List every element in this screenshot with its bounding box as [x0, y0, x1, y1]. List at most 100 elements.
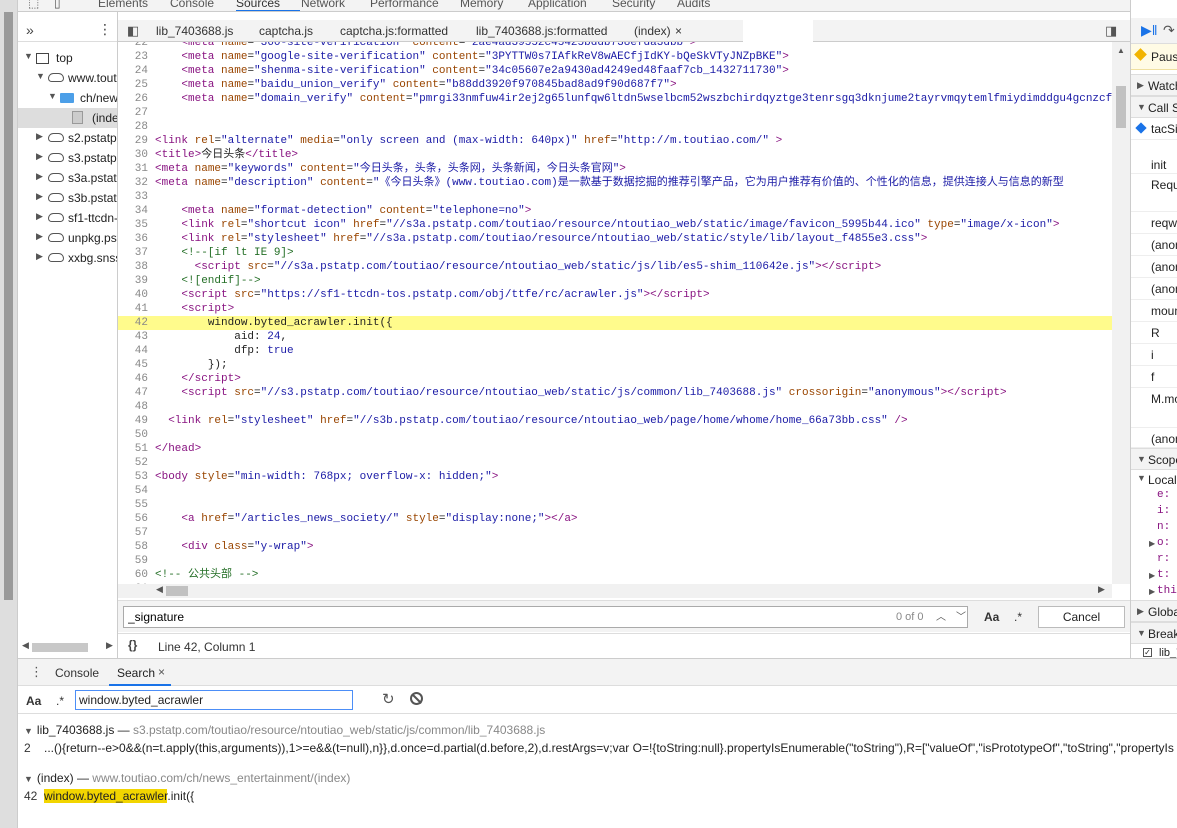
- match-case-toggle[interactable]: Aa: [26, 694, 41, 708]
- line-number[interactable]: 35: [118, 218, 148, 232]
- expand-arrow-icon[interactable]: ▶: [36, 251, 43, 262]
- line-number[interactable]: 51: [118, 442, 148, 456]
- code-line[interactable]: 28: [118, 120, 1112, 134]
- line-number[interactable]: 46: [118, 372, 148, 386]
- scope-variable[interactable]: o:: [1157, 537, 1170, 549]
- line-number[interactable]: 50: [118, 428, 148, 442]
- code-line[interactable]: 57: [118, 526, 1112, 540]
- expand-arrow-icon[interactable]: ▶: [1149, 571, 1155, 580]
- editor-tab-lib-formatted[interactable]: lib_7403688.js:formatted: [476, 24, 607, 38]
- call-frame[interactable]: f: [1131, 366, 1177, 388]
- scroll-right-icon[interactable]: ▶: [106, 640, 113, 651]
- device-toolbar-icon[interactable]: ▯: [54, 0, 61, 10]
- search-result-line[interactable]: 2 ...(){return--e>0&&(n=t.apply(this,arg…: [24, 741, 1174, 757]
- toggle-navigator-icon[interactable]: ◧: [127, 23, 139, 39]
- line-number[interactable]: 41: [118, 302, 148, 316]
- call-frame[interactable]: (anonymous): [1131, 234, 1177, 256]
- code-vscrollbar[interactable]: ▲: [1112, 42, 1130, 584]
- search-result-file[interactable]: ▼ (index) — www.toutiao.com/ch/news_enter…: [24, 771, 350, 785]
- line-number[interactable]: 49: [118, 414, 148, 428]
- navigator-item[interactable]: ▶ s3a.pstatp.com: [18, 168, 117, 188]
- line-number[interactable]: 40: [118, 288, 148, 302]
- breakpoints-section[interactable]: ▼ Breakpoints: [1131, 622, 1177, 644]
- line-number[interactable]: 36: [118, 232, 148, 246]
- code-line[interactable]: 48: [118, 400, 1112, 414]
- code-line[interactable]: 52: [118, 456, 1112, 470]
- line-number[interactable]: 42: [118, 316, 148, 330]
- breakpoint-item[interactable]: ✓ lib_7403688.js: [1131, 644, 1177, 658]
- toggle-debugger-icon[interactable]: ◨: [1105, 23, 1117, 39]
- code-hscrollbar[interactable]: ◀ ▶: [118, 584, 1112, 598]
- expand-arrow-icon[interactable]: ▶: [36, 151, 43, 162]
- expand-arrow-icon[interactable]: ▶: [36, 191, 43, 202]
- tab-application[interactable]: Application: [528, 0, 587, 10]
- code-line[interactable]: 56 <a href="/articles_news_society/" sty…: [118, 512, 1112, 526]
- drawer-tab-console[interactable]: Console: [55, 666, 99, 680]
- tab-memory[interactable]: Memory: [460, 0, 503, 10]
- code-line[interactable]: 58 <div class="y-wrap">: [118, 540, 1112, 554]
- collapse-arrow-icon[interactable]: ▼: [36, 71, 45, 81]
- tab-performance[interactable]: Performance: [370, 0, 439, 10]
- regex-toggle[interactable]: .*: [1014, 610, 1022, 624]
- navigator-hscroll-thumb[interactable]: [32, 643, 88, 652]
- line-number[interactable]: 39: [118, 274, 148, 288]
- scope-variable[interactable]: n:: [1157, 521, 1170, 533]
- line-number[interactable]: 60: [118, 568, 148, 582]
- tab-console[interactable]: Console: [170, 0, 214, 10]
- line-number[interactable]: 55: [118, 498, 148, 512]
- call-frame[interactable]: M.mount: [1131, 388, 1177, 428]
- code-line[interactable]: 45 });: [118, 358, 1112, 372]
- call-frame[interactable]: (anonymous): [1131, 256, 1177, 278]
- line-number[interactable]: 32: [118, 176, 148, 190]
- line-number[interactable]: 23: [118, 50, 148, 64]
- checkbox-icon[interactable]: ✓: [1143, 648, 1152, 657]
- code-line[interactable]: 46 </script>: [118, 372, 1112, 386]
- watch-section[interactable]: ▶ Watch: [1131, 74, 1177, 96]
- line-number[interactable]: 34: [118, 204, 148, 218]
- tab-security[interactable]: Security: [612, 0, 655, 10]
- find-next-icon[interactable]: ﹀: [956, 608, 966, 623]
- call-frame[interactable]: i: [1131, 344, 1177, 366]
- line-number[interactable]: 52: [118, 456, 148, 470]
- line-number[interactable]: 30: [118, 148, 148, 162]
- expand-arrow-icon[interactable]: ▶: [36, 171, 43, 182]
- search-input[interactable]: [75, 690, 353, 710]
- tab-audits[interactable]: Audits: [677, 0, 710, 10]
- line-number[interactable]: 48: [118, 400, 148, 414]
- navigator-item[interactable]: ▶ s3.pstatp.com: [18, 148, 117, 168]
- code-line[interactable]: 29 <link rel="alternate" media="only scre…: [118, 134, 1112, 148]
- code-line[interactable]: 54: [118, 484, 1112, 498]
- call-frame[interactable]: init: [1131, 154, 1177, 174]
- code-line[interactable]: 23 <meta name="google-site-verification"…: [118, 50, 1112, 64]
- clear-icon[interactable]: [410, 692, 423, 705]
- scrollbar-thumb[interactable]: [4, 12, 13, 600]
- scope-variable[interactable]: this: [1157, 585, 1177, 597]
- code-line[interactable]: 26 <meta name="domain_verify" content="p…: [118, 92, 1112, 106]
- line-number[interactable]: 31: [118, 162, 148, 176]
- call-frame[interactable]: (anonymous): [1131, 278, 1177, 300]
- scroll-up-icon[interactable]: ▲: [1117, 46, 1125, 55]
- navigator-item[interactable]: (index): [18, 108, 117, 128]
- navigator-item[interactable]: ▶ s3b.pstatp.com: [18, 188, 117, 208]
- code-line[interactable]: 51 </head>: [118, 442, 1112, 456]
- code-line[interactable]: 36 <link rel="stylesheet" href="//s3a.ps…: [118, 232, 1112, 246]
- hscroll-thumb[interactable]: [166, 586, 188, 596]
- line-number[interactable]: 57: [118, 526, 148, 540]
- code-line[interactable]: 34 <meta name="format-detection" content…: [118, 204, 1112, 218]
- code-line[interactable]: 33: [118, 190, 1112, 204]
- scope-variable[interactable]: r:: [1157, 553, 1170, 565]
- line-number[interactable]: 44: [118, 344, 148, 358]
- scope-variable[interactable]: i:: [1157, 505, 1170, 517]
- call-frame[interactable]: (anonymous): [1131, 428, 1177, 448]
- editor-tab-lib[interactable]: lib_7403688.js: [156, 24, 233, 38]
- collapse-arrow-icon[interactable]: ▼: [48, 91, 57, 101]
- close-search-tab-icon[interactable]: ×: [158, 665, 165, 679]
- refresh-icon[interactable]: ↻: [382, 690, 395, 708]
- scroll-left-icon[interactable]: ◀: [156, 584, 163, 595]
- code-line[interactable]: 60 <!-- 公共头部 -->: [118, 568, 1112, 582]
- code-line[interactable]: 41 <script>: [118, 302, 1112, 316]
- more-tabs-icon[interactable]: »: [26, 22, 34, 38]
- global-section[interactable]: ▶ Global: [1131, 600, 1177, 622]
- line-number[interactable]: 22: [118, 42, 148, 50]
- inspect-element-icon[interactable]: ⬚: [28, 0, 39, 10]
